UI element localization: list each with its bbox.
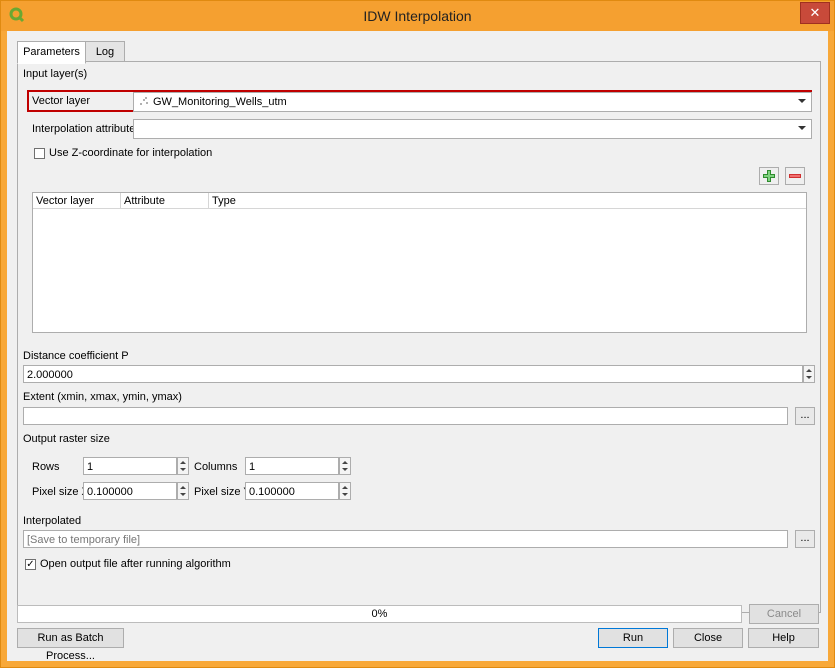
rows-input[interactable]: 1 [83,457,177,475]
point-layer-icon [140,97,148,105]
help-button-label: Help [772,632,795,644]
run-batch-process-label: Run as Batch Process... [37,632,104,662]
layers-table[interactable]: Vector layer Attribute Type [32,192,807,333]
minus-icon [789,174,801,178]
cancel-button[interactable]: Cancel [749,604,819,624]
columns-input[interactable]: 1 [245,457,339,475]
pixel-size-x-value: 0.100000 [87,486,133,498]
rows-spinner[interactable] [177,457,189,475]
vector-layer-combo[interactable]: GW_Monitoring_Wells_utm [133,92,812,112]
pixel-size-y-value: 0.100000 [249,486,295,498]
extent-label: Extent (xmin, xmax, ymin, ymax) [23,391,182,403]
distance-coefficient-input[interactable]: 2.000000 [23,365,803,383]
progress-text: 0% [371,608,388,620]
cancel-button-label: Cancel [766,608,802,620]
window-title: IDW Interpolation [363,8,472,24]
close-button-label: Close [693,632,723,644]
pixel-size-x-label: Pixel size X [32,486,89,498]
columns-value: 1 [249,461,256,473]
input-layers-section-label: Input layer(s) [23,68,88,80]
extent-browse-button[interactable]: ... [795,407,815,425]
interpolated-label: Interpolated [23,515,82,527]
rows-value: 1 [87,461,94,473]
interpolated-output-placeholder: [Save to temporary file] [27,534,141,546]
run-button-label: Run [622,632,644,644]
output-browse-button[interactable]: ... [795,530,815,548]
run-batch-process-button[interactable]: Run as Batch Process... [17,628,124,662]
table-header-type[interactable]: Type [209,193,806,209]
pixel-size-y-label: Pixel size Y [194,486,251,498]
remove-layer-button[interactable] [785,167,805,185]
pixel-size-x-spinner[interactable] [177,482,189,500]
title-bar[interactable]: IDW Interpolation ✕ [1,1,834,31]
help-button[interactable]: Help [748,628,819,648]
columns-label: Columns [194,461,238,473]
output-browse-label: ... [800,532,810,544]
extent-browse-label: ... [800,409,810,421]
extent-input[interactable] [23,407,788,425]
tab-log-label: Log [95,46,115,58]
run-button[interactable]: Run [598,628,668,648]
distance-coefficient-spinner[interactable] [803,365,815,383]
use-z-label: Use Z-coordinate for interpolation [49,147,213,159]
plus-icon [763,170,775,182]
progress-bar: 0% [17,605,742,623]
columns-spinner[interactable] [339,457,351,475]
chevron-down-icon [798,126,806,130]
use-z-checkbox[interactable] [34,148,45,159]
add-layer-button[interactable] [759,167,779,185]
interpolation-attribute-label: Interpolation attribute [32,123,136,135]
close-button[interactable]: Close [673,628,743,648]
close-window-button[interactable]: ✕ [800,2,830,24]
pixel-size-y-input[interactable]: 0.100000 [245,482,339,500]
tab-log[interactable]: Log [85,41,125,63]
dialog-client-area: Parameters Log Input layer(s) Vector lay… [7,31,828,662]
interpolation-attribute-combo[interactable] [133,119,812,139]
idw-dialog-window: IDW Interpolation ✕ Parameters Log Input… [0,0,835,668]
tab-parameters-label: Parameters [23,46,80,58]
table-header-vector-layer[interactable]: Vector layer [33,193,121,209]
distance-coefficient-value: 2.000000 [27,369,73,381]
interpolated-output-input[interactable]: [Save to temporary file] [23,530,788,548]
pixel-size-x-input[interactable]: 0.100000 [83,482,177,500]
parameters-panel: Input layer(s) Vector layer GW_Monitorin… [17,61,821,613]
checkmark-icon: ✓ [26,559,35,570]
pixel-size-y-spinner[interactable] [339,482,351,500]
vector-layer-label: Vector layer [32,95,91,107]
open-output-checkbox[interactable]: ✓ [25,559,36,570]
output-raster-size-label: Output raster size [23,433,110,445]
distance-coefficient-label: Distance coefficient P [23,350,129,362]
tab-parameters[interactable]: Parameters [17,41,86,64]
chevron-down-icon [798,99,806,103]
open-output-label: Open output file after running algorithm [40,558,231,570]
rows-label: Rows [32,461,60,473]
close-icon: ✕ [809,5,821,20]
vector-layer-value: GW_Monitoring_Wells_utm [153,96,287,108]
table-header-attribute[interactable]: Attribute [121,193,209,209]
